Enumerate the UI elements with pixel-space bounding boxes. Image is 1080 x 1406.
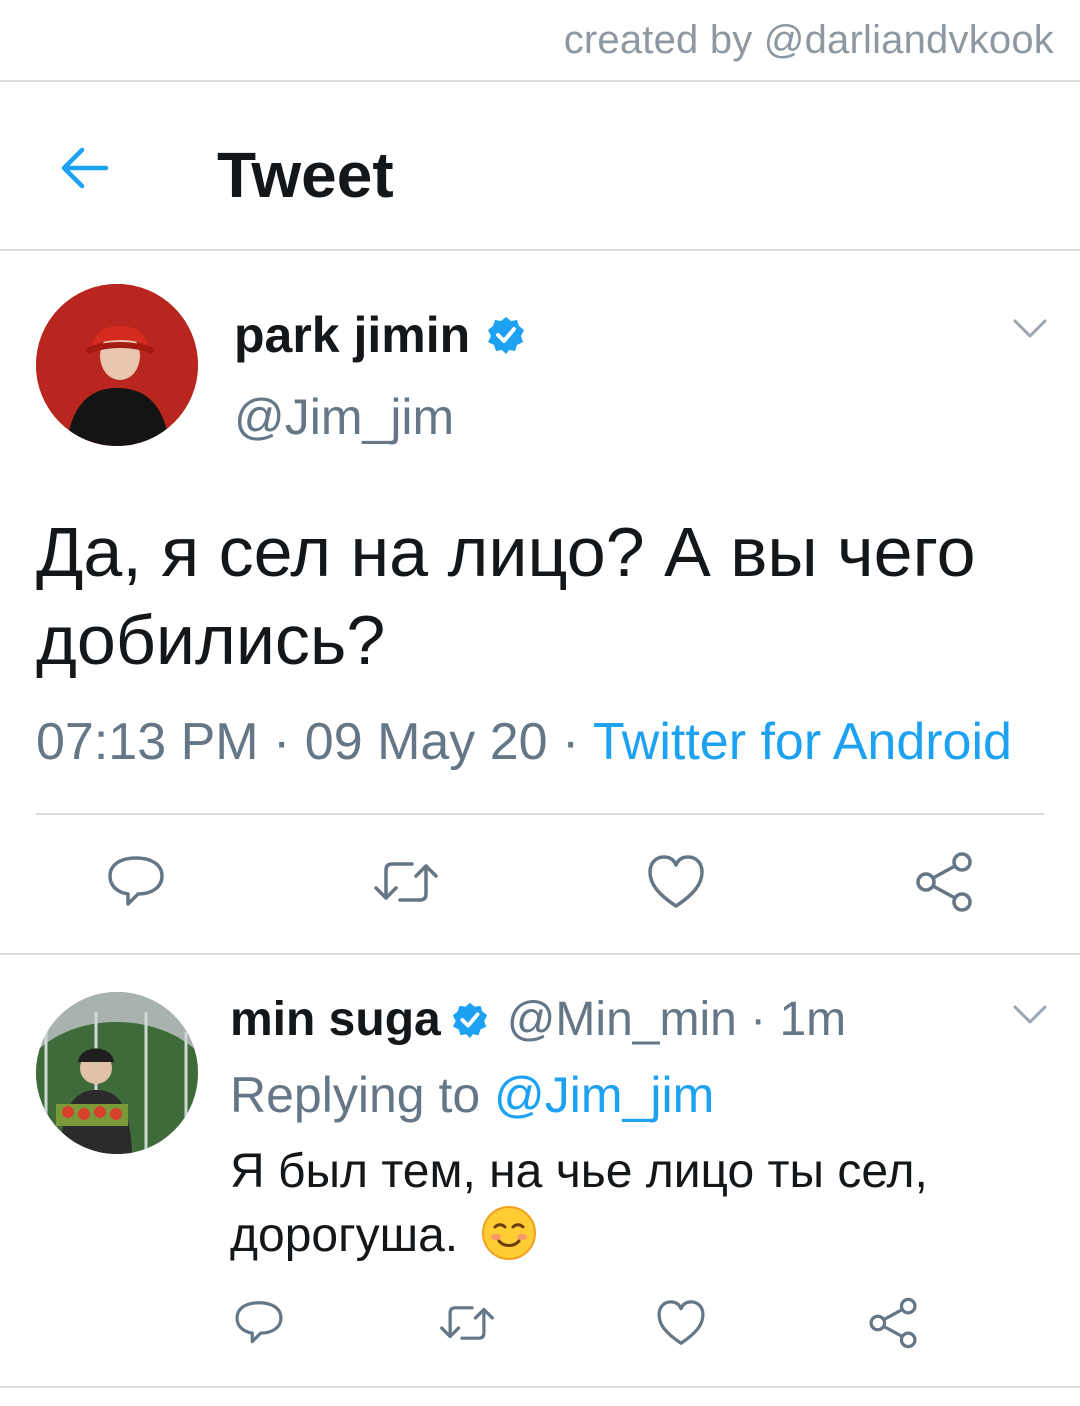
verified-badge-icon <box>452 1002 487 1038</box>
credit-watermark: created by @darliandvkook <box>563 18 1054 62</box>
tweet-source-link[interactable]: Twitter for Android <box>593 713 1012 771</box>
reply-author-handle[interactable]: @Min_min · 1m <box>507 992 846 1047</box>
tweet-meta: 07:13 PM · 09 May 20 · Twitter for Andro… <box>36 712 1012 772</box>
chevron-down-icon[interactable] <box>1012 318 1048 340</box>
retweet-icon[interactable] <box>436 1296 498 1350</box>
divider <box>36 813 1044 815</box>
share-icon[interactable] <box>912 850 976 914</box>
like-icon[interactable] <box>654 1296 708 1350</box>
reply-text-container: Я был тем, на чье лицо ты сел, дорогуша. <box>230 1140 1050 1268</box>
divider <box>0 80 1080 82</box>
reply-author-name[interactable]: min suga <box>230 992 441 1047</box>
smiling-face-icon <box>482 1206 537 1260</box>
divider <box>0 1386 1080 1388</box>
reply-text: Я был тем, на чье лицо ты сел, дорогуша. <box>230 1145 928 1262</box>
divider <box>0 249 1080 251</box>
reply-author-row: min suga @Min_min · 1m <box>230 992 846 1047</box>
share-icon[interactable] <box>866 1296 920 1350</box>
reply-icon[interactable] <box>104 850 168 914</box>
replying-to-mention[interactable]: @Jim_jim <box>494 1067 714 1123</box>
arrow-left-icon[interactable] <box>56 140 112 196</box>
author-name[interactable]: park jimin <box>234 306 470 364</box>
author-row: park jimin <box>234 306 526 364</box>
app-header: Tweet <box>0 84 1080 249</box>
like-icon[interactable] <box>644 850 708 914</box>
reply-icon[interactable] <box>232 1296 286 1350</box>
retweet-icon[interactable] <box>370 850 442 914</box>
avatar[interactable] <box>36 992 198 1154</box>
divider <box>0 953 1080 955</box>
replying-to-label: Replying to <box>230 1067 495 1123</box>
replying-to: Replying to @Jim_jim <box>230 1066 714 1124</box>
author-handle[interactable]: @Jim_jim <box>234 388 454 446</box>
verified-badge-icon <box>488 317 525 354</box>
page-title: Tweet <box>217 139 394 211</box>
avatar[interactable] <box>36 284 198 446</box>
tweet-timestamp: 07:13 PM · 09 May 20 · <box>36 713 593 771</box>
chevron-down-icon[interactable] <box>1012 1004 1048 1026</box>
tweet-text: Да, я сел на лицо? А вы чего добились? <box>36 513 976 679</box>
